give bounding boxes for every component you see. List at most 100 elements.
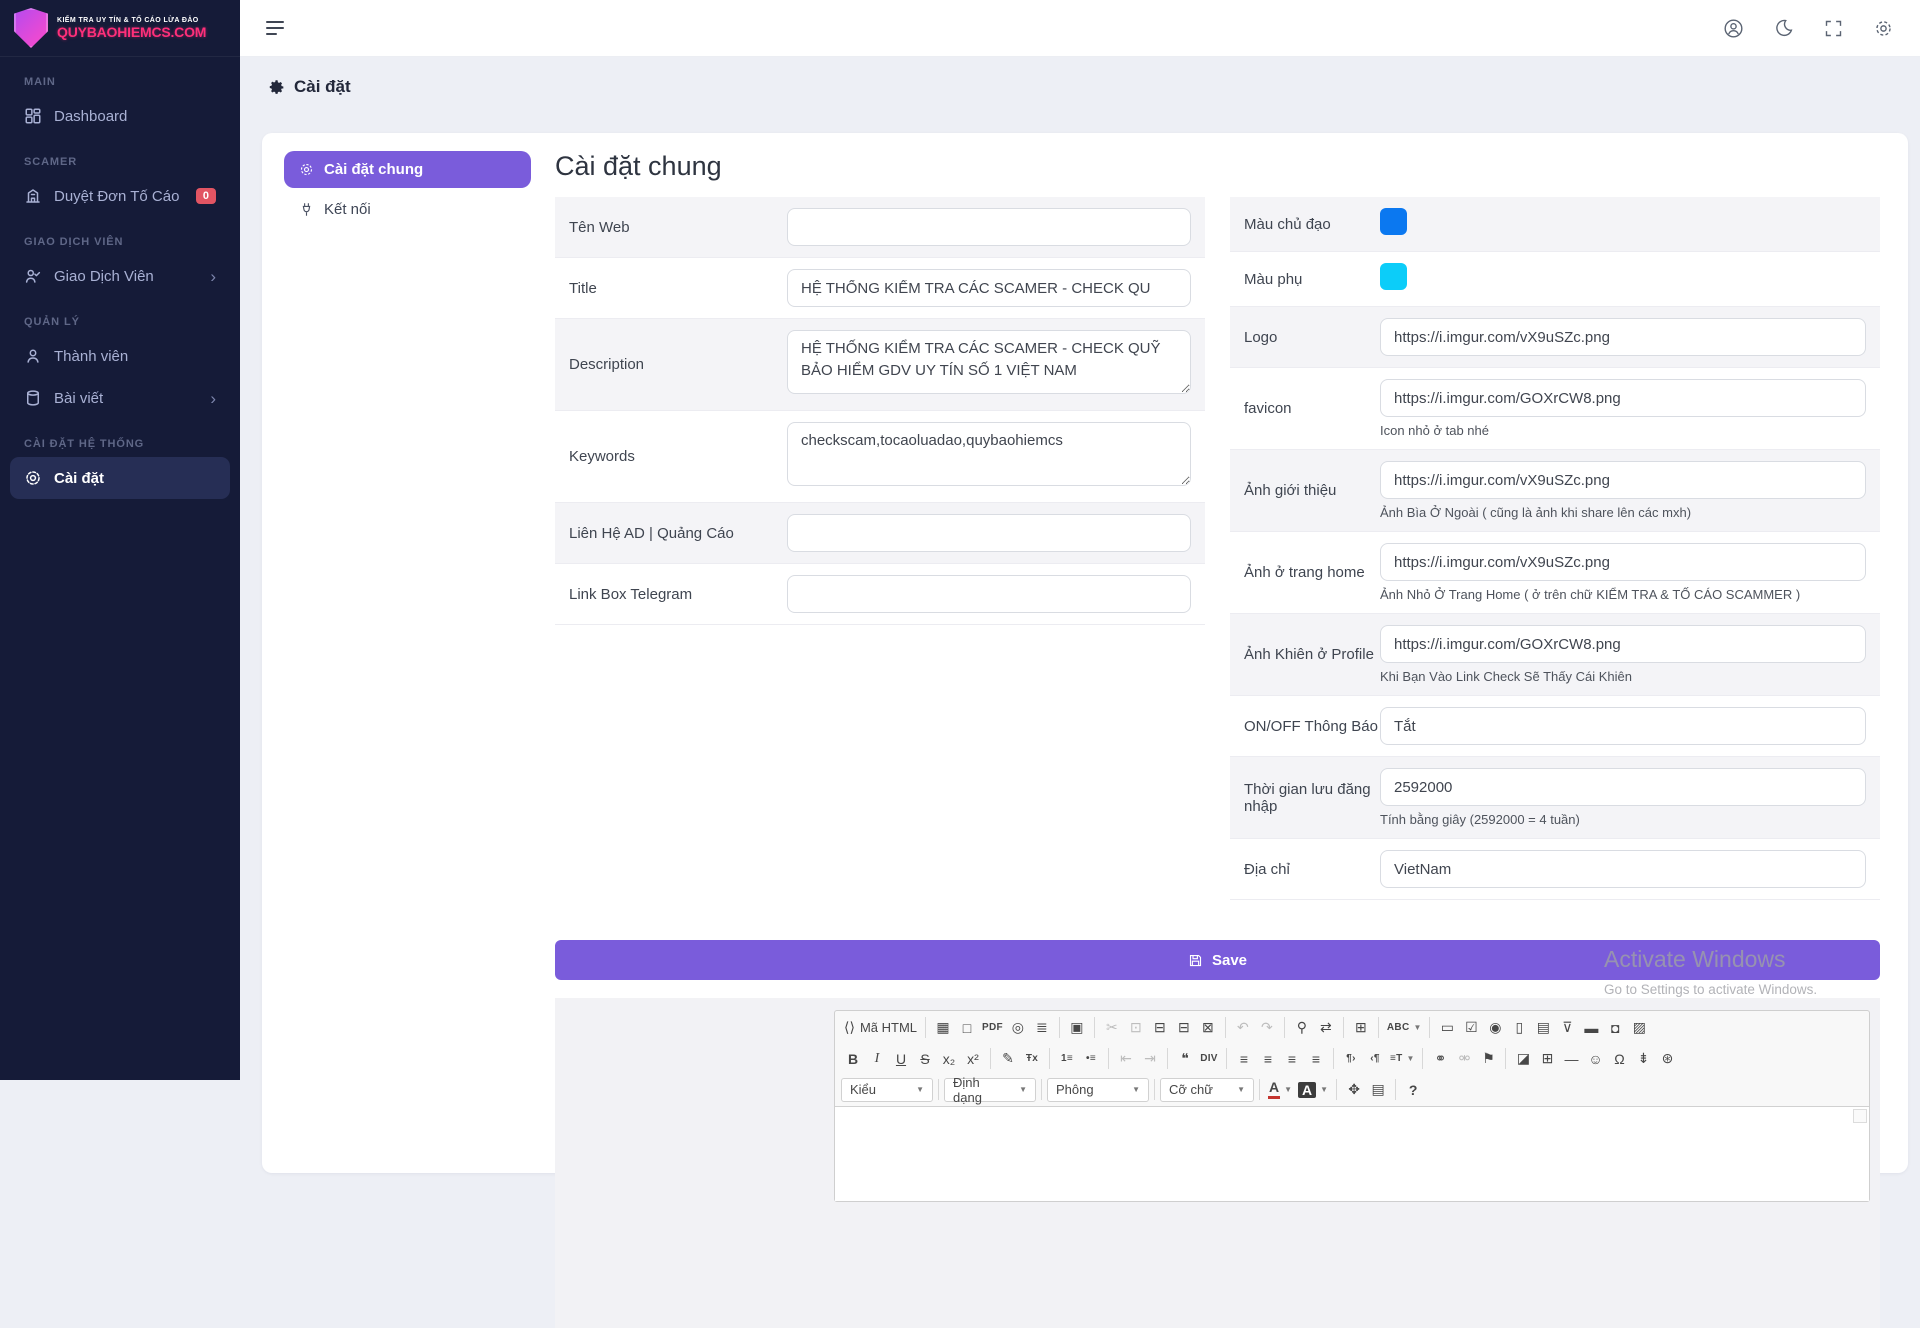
field-input-anh-o-trang-home[interactable]: [1380, 543, 1866, 581]
spellcheck-icon[interactable]: ABC▼: [1384, 1015, 1425, 1040]
tab-cai-dat-chung[interactable]: Cài đặt chung: [284, 151, 531, 188]
sidebar-item-dashboard[interactable]: Dashboard: [0, 95, 240, 137]
smiley-icon[interactable]: ☺: [1583, 1046, 1607, 1071]
italic-icon[interactable]: I: [865, 1046, 889, 1071]
bold-icon[interactable]: B: [841, 1046, 865, 1071]
fullscreen-icon[interactable]: [1823, 18, 1844, 39]
field-input-logo[interactable]: [1380, 318, 1866, 356]
remove-format-icon[interactable]: Ŧx: [1020, 1046, 1044, 1071]
checkbox-icon[interactable]: ☑: [1459, 1015, 1483, 1040]
div-container-icon[interactable]: DIV: [1197, 1046, 1221, 1071]
tab-ket-noi[interactable]: Kết nối: [284, 188, 531, 231]
image-button-icon[interactable]: ◘: [1603, 1015, 1627, 1040]
size-select[interactable]: Cỡ chữ▼: [1160, 1078, 1254, 1102]
bidi-ltr-icon[interactable]: ¶›: [1339, 1046, 1363, 1071]
maximize-icon[interactable]: ✥: [1342, 1077, 1366, 1102]
field-label-description: Description: [555, 356, 787, 373]
hr-icon[interactable]: ―: [1559, 1046, 1583, 1071]
blockquote-icon[interactable]: ❝: [1173, 1046, 1197, 1071]
menu-toggle-icon[interactable]: [266, 21, 284, 35]
help-icon[interactable]: ?: [1401, 1077, 1425, 1102]
form-icon[interactable]: ▭: [1435, 1015, 1459, 1040]
anchor-icon[interactable]: ⚑: [1476, 1046, 1500, 1071]
subscript-icon[interactable]: x₂: [937, 1046, 961, 1071]
sidebar-item-giao-dich-vien[interactable]: Giao Dịch Viên›: [0, 255, 240, 297]
sidebar-item-duyet-don-to-cao[interactable]: Duyệt Đơn Tố Cáo0: [0, 175, 240, 217]
save-icon[interactable]: ▦: [931, 1015, 955, 1040]
textarea-icon[interactable]: ▤: [1531, 1015, 1555, 1040]
image-icon[interactable]: ◪: [1511, 1046, 1535, 1071]
settings-gear-icon[interactable]: [1873, 18, 1894, 39]
field-input-onoff-thong-bao[interactable]: [1380, 707, 1866, 745]
iframe-icon[interactable]: ⊛: [1655, 1046, 1679, 1071]
text-color-icon[interactable]: A▼: [1265, 1077, 1295, 1102]
field-input-ten-web[interactable]: [787, 208, 1191, 246]
link-icon[interactable]: ⚭: [1428, 1046, 1452, 1071]
new-page-icon[interactable]: □: [955, 1015, 979, 1040]
bg-color-icon[interactable]: A▼: [1295, 1077, 1331, 1102]
align-right-icon[interactable]: ≡: [1280, 1046, 1304, 1071]
strike-icon[interactable]: S: [913, 1046, 937, 1071]
table-icon[interactable]: ⊞: [1535, 1046, 1559, 1071]
user-icon: [24, 347, 42, 365]
editor-content-area[interactable]: [835, 1106, 1869, 1201]
textfield-icon[interactable]: ▯: [1507, 1015, 1531, 1040]
sidebar-item-cai-dat[interactable]: Cài đặt: [10, 457, 230, 499]
find-icon[interactable]: ⚲: [1290, 1015, 1314, 1040]
select-all-icon[interactable]: ⊞: [1349, 1015, 1373, 1040]
hidden-field-icon[interactable]: ▨: [1627, 1015, 1651, 1040]
source-icon[interactable]: ⟨⟩Mã HTML: [841, 1015, 920, 1040]
field-input-thoi-gian-luu-dang-nhap[interactable]: [1380, 768, 1866, 806]
field-input-anh-khien-o-profile[interactable]: [1380, 625, 1866, 663]
save-button[interactable]: Save: [555, 940, 1880, 980]
field-input-description[interactable]: [787, 330, 1191, 394]
field-input-anh-gioi-thieu[interactable]: [1380, 461, 1866, 499]
field-input-favicon[interactable]: [1380, 379, 1866, 417]
field-input-link-box-telegram[interactable]: [787, 575, 1191, 613]
toolbar-separator: [1336, 1079, 1337, 1100]
sidebar-item-bai-viet[interactable]: Bài viết›: [0, 377, 240, 419]
select-field-icon[interactable]: ⊽: [1555, 1015, 1579, 1040]
export-pdf-icon[interactable]: PDF: [979, 1015, 1006, 1040]
field-help-thoi-gian-luu-dang-nhap: Tính bằng giây (2592000 = 4 tuần): [1380, 812, 1866, 827]
color-swatch-mau-chu-dao[interactable]: [1380, 208, 1407, 235]
sidebar-item-thanh-vien[interactable]: Thành viên: [0, 335, 240, 377]
paste-word-icon[interactable]: ⊠: [1196, 1015, 1220, 1040]
dark-mode-moon-icon[interactable]: [1773, 18, 1794, 39]
bullet-list-icon[interactable]: •≡: [1079, 1046, 1103, 1071]
show-blocks-icon[interactable]: ▤: [1366, 1077, 1390, 1102]
chevron-right-icon: ›: [210, 268, 216, 285]
underline-icon[interactable]: U: [889, 1046, 913, 1071]
radio-icon[interactable]: ◉: [1483, 1015, 1507, 1040]
superscript-icon[interactable]: x²: [961, 1046, 985, 1071]
user-account-icon[interactable]: [1723, 18, 1744, 39]
align-center-icon[interactable]: ≡: [1256, 1046, 1280, 1071]
bidi-rtl-icon[interactable]: ‹¶: [1363, 1046, 1387, 1071]
button-field-icon[interactable]: ▬: [1579, 1015, 1603, 1040]
language-icon[interactable]: ≡T▼: [1387, 1046, 1417, 1071]
templates-icon[interactable]: ▣: [1065, 1015, 1089, 1040]
toolbar-separator: [990, 1048, 991, 1069]
styles-select[interactable]: Kiểu▼: [841, 1078, 933, 1102]
paste-icon[interactable]: ⊟: [1148, 1015, 1172, 1040]
paste-text-icon[interactable]: ⊟: [1172, 1015, 1196, 1040]
font-select[interactable]: Phông▼: [1047, 1078, 1149, 1102]
field-input-title[interactable]: [787, 269, 1191, 307]
copy-format-icon[interactable]: ✎: [996, 1046, 1020, 1071]
brand-logo[interactable]: KIỂM TRA UY TÍN & TỐ CÁO LỪA ĐẢO QUYBAOH…: [0, 0, 240, 57]
print-icon[interactable]: ≣: [1030, 1015, 1054, 1040]
field-input-dia-chi[interactable]: [1380, 850, 1866, 888]
special-char-icon[interactable]: Ω: [1607, 1046, 1631, 1071]
format-select[interactable]: Định dạng▼: [944, 1078, 1036, 1102]
preview-icon[interactable]: ◎: [1006, 1015, 1030, 1040]
page-break-icon[interactable]: ⇟: [1631, 1046, 1655, 1071]
color-swatch-mau-phu[interactable]: [1380, 263, 1407, 290]
replace-icon[interactable]: ⇄: [1314, 1015, 1338, 1040]
field-input-keywords[interactable]: [787, 422, 1191, 486]
align-justify-icon[interactable]: ≡: [1304, 1046, 1328, 1071]
numbered-list-icon[interactable]: 1≡: [1055, 1046, 1079, 1071]
align-left-icon[interactable]: ≡: [1232, 1046, 1256, 1071]
editor-scrollbar[interactable]: [1853, 1109, 1867, 1123]
toolbar-separator: [1505, 1048, 1506, 1069]
field-input-lien-he-ad[interactable]: [787, 514, 1191, 552]
